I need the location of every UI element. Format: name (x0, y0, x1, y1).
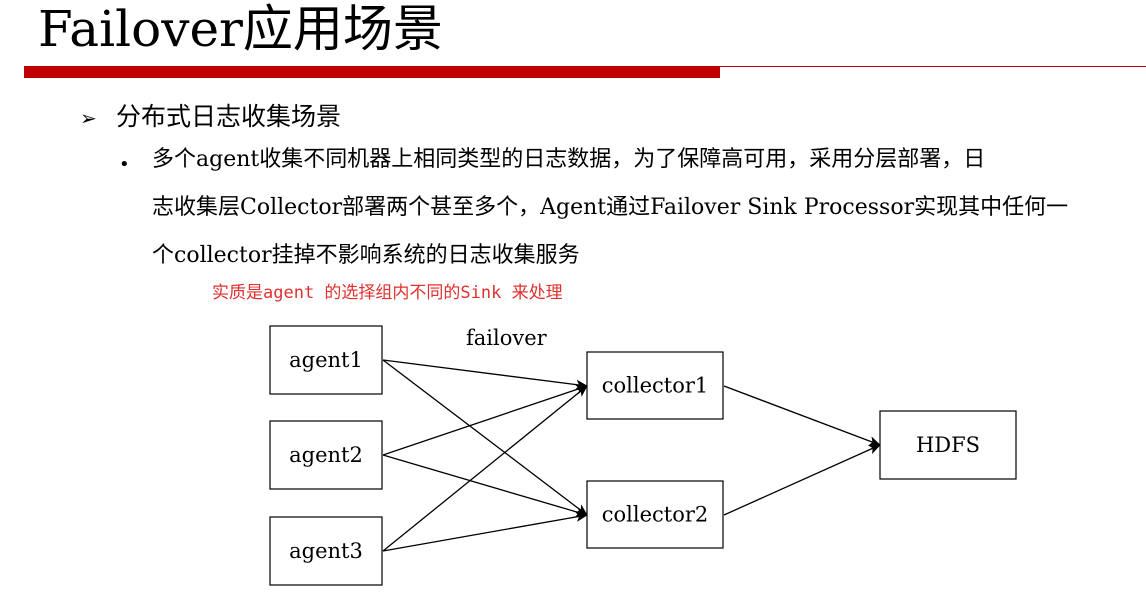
node-label-collector1: collector1 (602, 374, 709, 398)
node-collector1: collector1 (586, 351, 724, 420)
node-collector2: collector2 (586, 480, 724, 549)
node-label-agent1: agent1 (289, 348, 363, 372)
node-label-collector2: collector2 (602, 503, 709, 527)
edge-agent1-to-collector2 (382, 359, 588, 516)
edge-agent1-to-collector1 (382, 359, 588, 390)
edge-collector1-to-hdfs (723, 385, 881, 446)
node-agent3: agent3 (269, 516, 383, 586)
failover-diagram: agent1 agent2 agent3 collector1 collector2 HD… (269, 325, 1017, 586)
node-agent1: agent1 (269, 325, 383, 395)
edge-collector2-to-hdfs (723, 444, 881, 516)
node-label-agent3: agent3 (289, 539, 363, 563)
edge-agent3-to-collector1 (382, 385, 588, 552)
node-label-agent2: agent2 (289, 443, 363, 467)
node-hdfs: HDFS (879, 410, 1017, 480)
edge-label-failover: failover (466, 326, 548, 350)
edge-agent3-to-collector2 (382, 511, 588, 552)
edge-agent2-to-collector1 (382, 384, 588, 456)
nodes-group: agent1 agent2 agent3 collector1 collector2 HD… (269, 325, 1017, 586)
edge-agent2-to-collector2 (382, 454, 588, 517)
node-label-hdfs: HDFS (916, 433, 980, 457)
node-agent2: agent2 (269, 420, 383, 490)
